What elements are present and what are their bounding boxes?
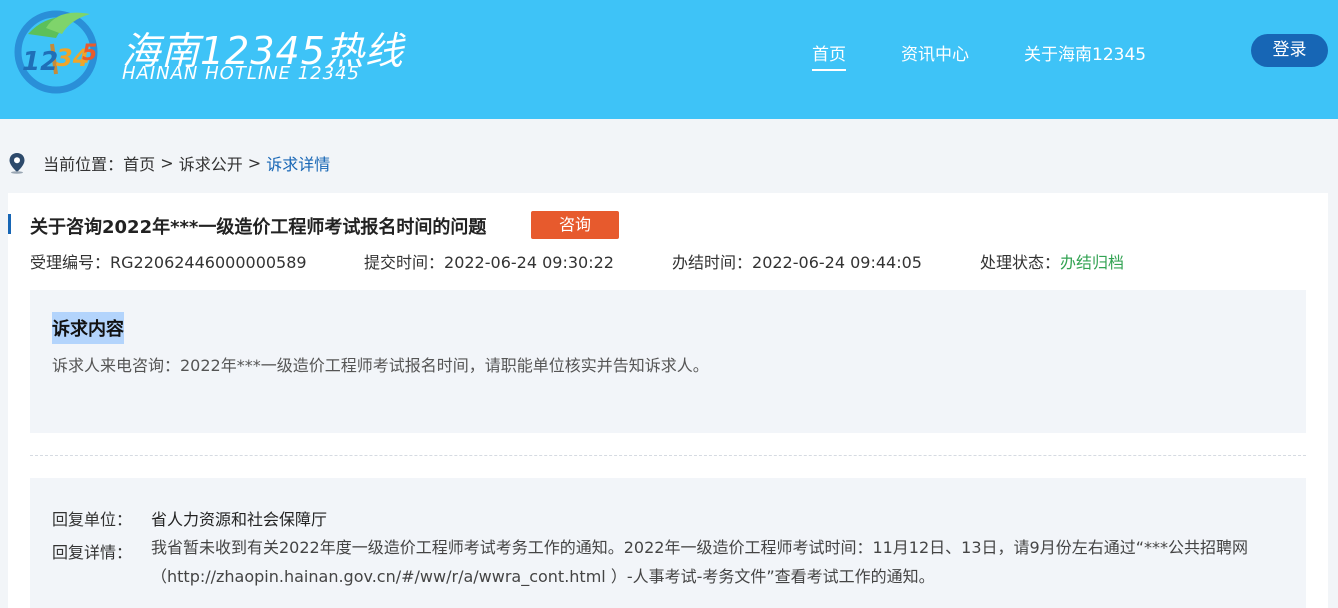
reply-detail-label: 回复详情： — [52, 543, 133, 562]
meta-value: 2022-06-24 09:30:22 — [444, 253, 614, 272]
breadcrumb-separator: > — [155, 153, 179, 173]
login-button[interactable]: 登录 — [1251, 34, 1328, 67]
breadcrumb-home[interactable]: 首页 — [123, 155, 155, 174]
title-accent-bar — [8, 214, 11, 234]
meta-label: 处理状态： — [980, 253, 1061, 272]
meta-label: 办结时间： — [672, 253, 753, 272]
svg-text:12: 12 — [22, 47, 58, 77]
meta-value: RG22062446000000589 — [110, 253, 307, 272]
meta-label: 提交时间： — [364, 253, 445, 272]
meta-label: 受理编号： — [30, 253, 111, 272]
hotline-logo-icon[interactable]: 12 34 5 — [8, 4, 108, 94]
meta-submit-time: 提交时间：2022-06-24 09:30:22 — [364, 249, 614, 273]
site-title-en: HAINAN HOTLINE 12345 — [122, 63, 360, 84]
breadcrumb-prefix: 当前位置： — [43, 155, 124, 174]
section-divider — [30, 455, 1306, 456]
meta-appeal-id: 受理编号：RG22062446000000589 — [30, 249, 307, 273]
nav-about-hotline[interactable]: 关于海南12345 — [1024, 40, 1146, 65]
breadcrumb: 当前位置：首页 > 诉求公开 > 诉求详情 — [8, 151, 331, 174]
breadcrumb-current: 诉求详情 — [266, 155, 331, 174]
site-header: 12 34 5 海南12345热线 HAINAN HOTLINE 12345 首… — [0, 0, 1338, 119]
reply-detail-text: 我省暂未收到有关2022年度一级造价工程师考试考务工作的通知。2022年一级造价… — [151, 538, 1248, 586]
meta-done-time: 办结时间：2022-06-24 09:44:05 — [672, 249, 922, 273]
nav-news-center[interactable]: 资讯中心 — [901, 40, 969, 65]
breadcrumb-separator: > — [242, 153, 267, 173]
meta-status: 处理状态：办结归档 — [980, 249, 1124, 273]
appeal-title: 关于咨询2022年***一级造价工程师考试报名时间的问题 — [30, 217, 487, 238]
status-value: 办结归档 — [1060, 253, 1125, 272]
appeal-detail-card: 关于咨询2022年***一级造价工程师考试报名时间的问题 咨询 受理编号：RG2… — [8, 193, 1328, 608]
reply-unit-value: 省人力资源和社会保障厅 — [151, 510, 328, 529]
appeal-content-box: 诉求内容 诉求人来电咨询：2022年***一级造价工程师考试报名时间，请职能单位… — [30, 290, 1306, 433]
nav-home[interactable]: 首页 — [812, 40, 846, 71]
reply-box: 回复单位： 省人力资源和社会保障厅 回复详情： 我省暂未收到有关2022年度一级… — [30, 478, 1306, 608]
location-pin-icon — [9, 153, 25, 174]
breadcrumb-section[interactable]: 诉求公开 — [179, 155, 243, 174]
appeal-type-badge: 咨询 — [531, 211, 619, 239]
svg-text:5: 5 — [82, 41, 97, 66]
reply-unit-label: 回复单位： — [52, 510, 133, 529]
content-heading: 诉求内容 — [52, 312, 124, 344]
meta-value: 2022-06-24 09:44:05 — [752, 253, 922, 272]
content-text: 诉求人来电咨询：2022年***一级造价工程师考试报名时间，请职能单位核实并告知… — [52, 356, 709, 375]
